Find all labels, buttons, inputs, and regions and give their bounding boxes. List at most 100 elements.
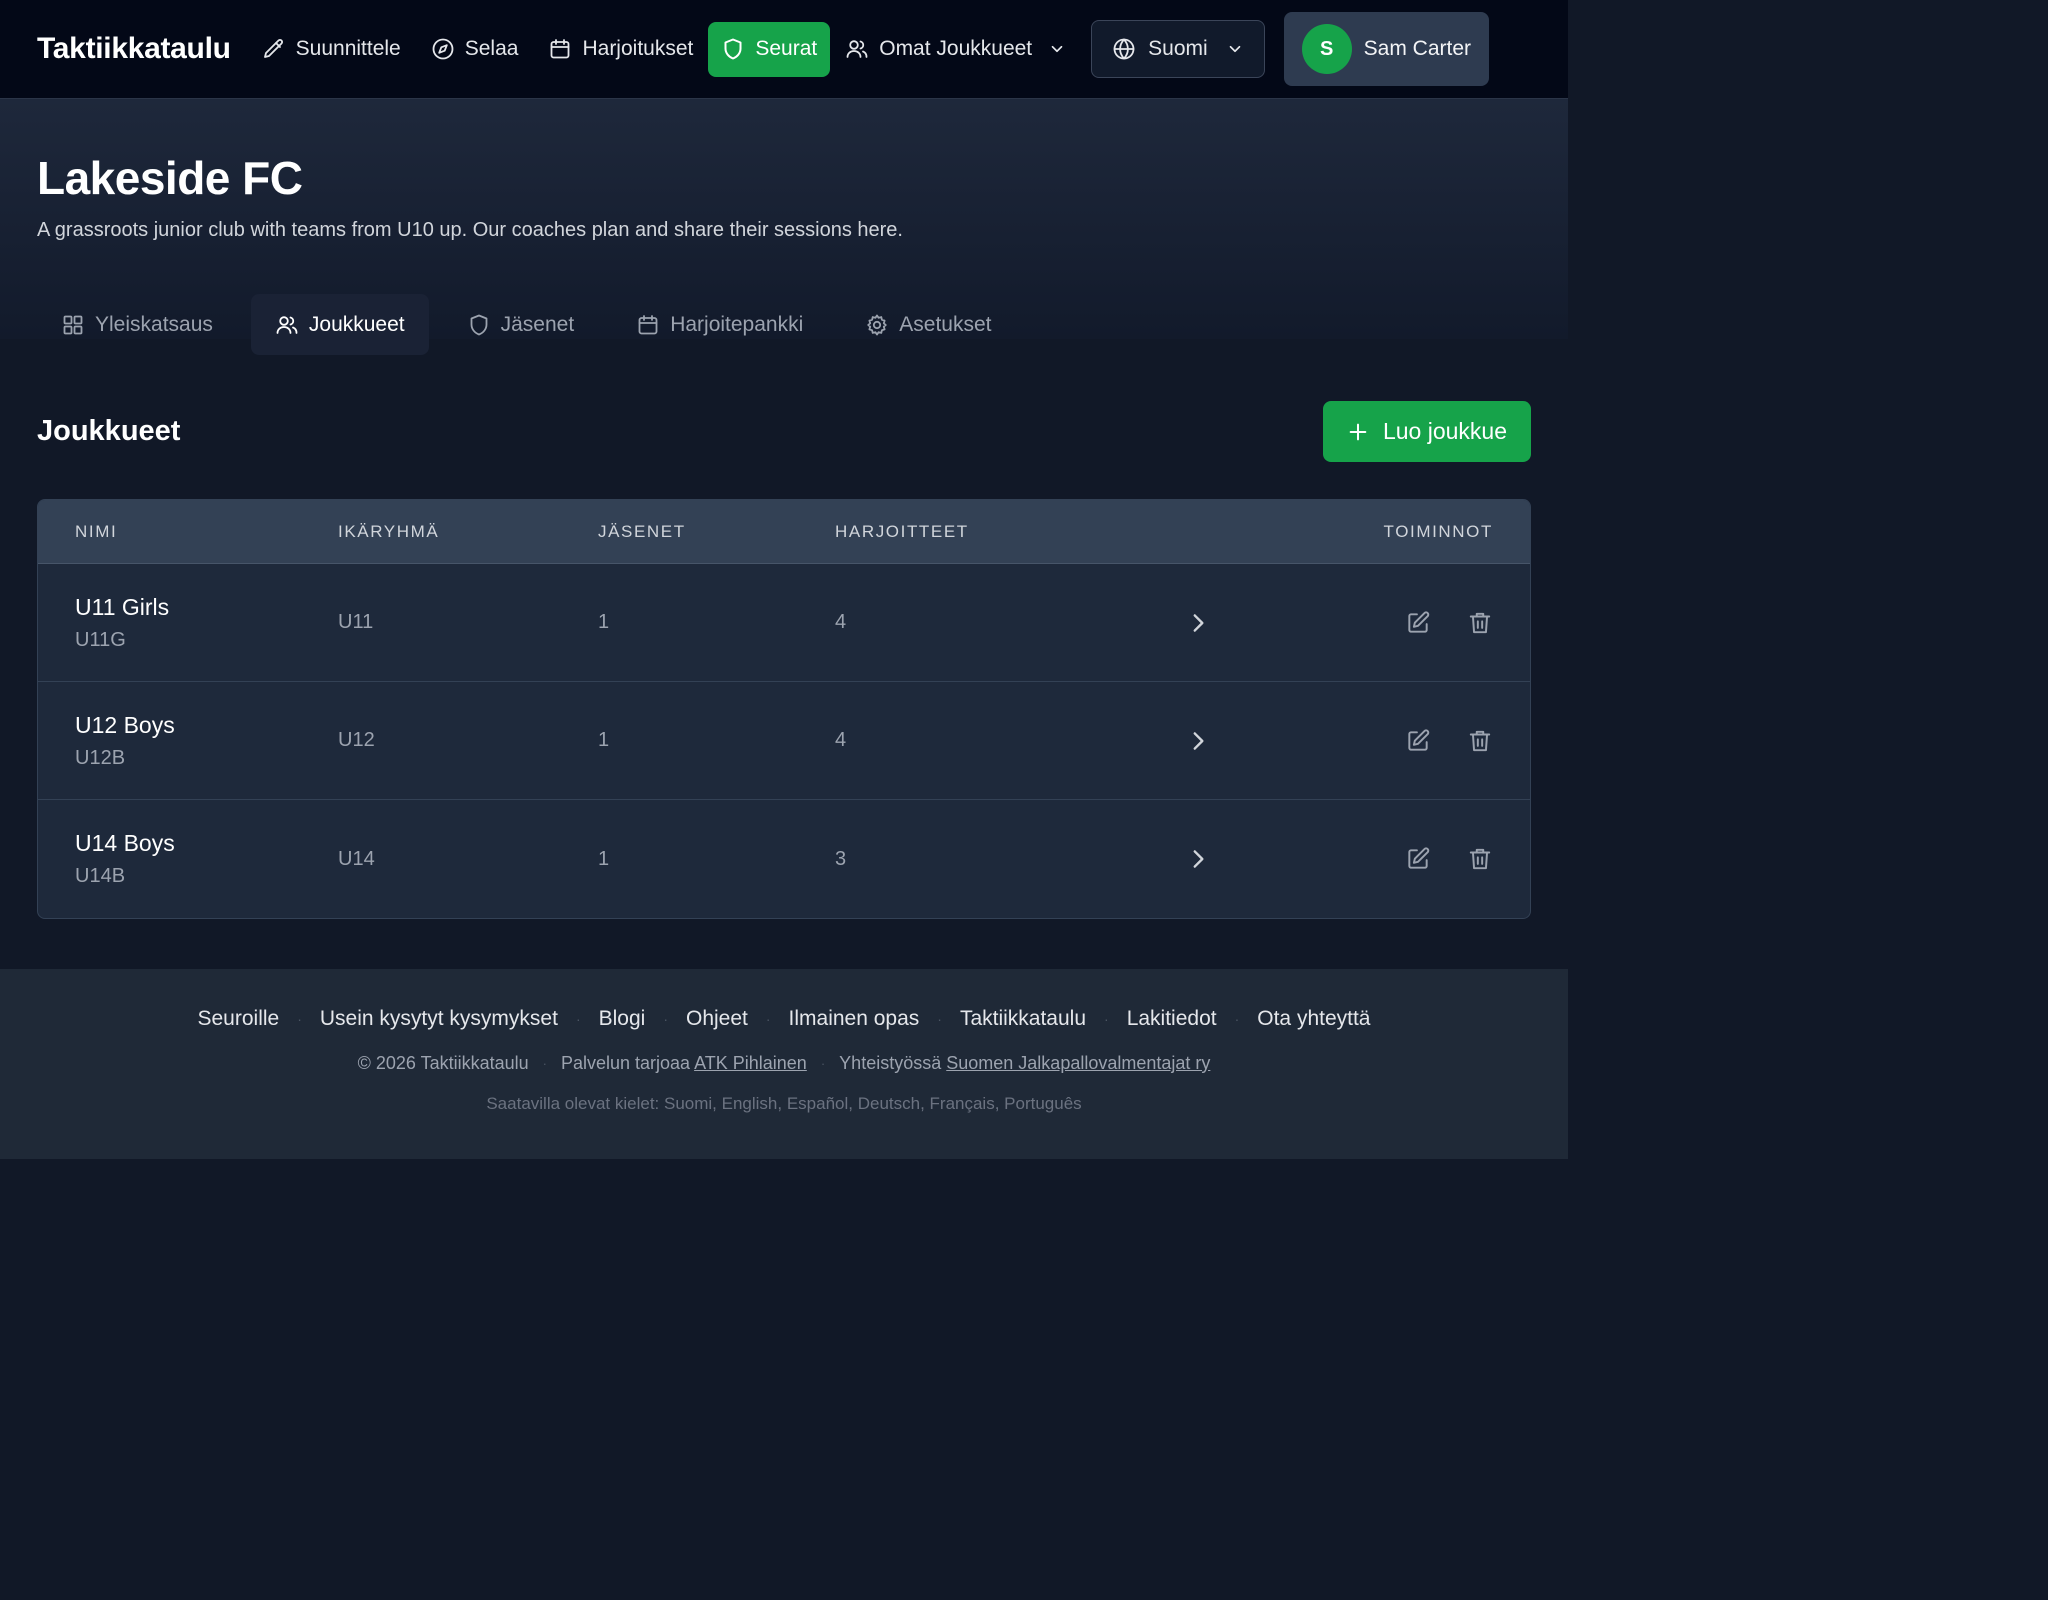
grid-icon [63,315,83,334]
column-header-name[interactable]: NIMI [38,522,338,542]
team-member-count: 1 [598,729,610,751]
teams-table: NIMI IKÄRYHMÄ JÄSENET HARJOITTEET TOIMIN… [37,499,1531,919]
edit-icon[interactable] [1405,728,1431,754]
trash-icon[interactable] [1467,728,1493,754]
shield-icon [724,38,742,60]
team-name[interactable]: U11 Girls [75,594,338,621]
compass-icon [432,38,454,60]
footer-link-free-guide[interactable]: Ilmainen opas [789,1007,920,1031]
column-header-actions: TOIMINNOT [1383,521,1493,541]
provider-link[interactable]: ATK Pihlainen [694,1053,807,1073]
provider-prefix: Palvelun tarjoaa [560,1053,691,1073]
brand-logo[interactable]: Taktiikkataulu [37,32,231,66]
team-name[interactable]: U14 Boys [75,830,338,857]
nav-item-harjoitukset[interactable]: Harjoitukset [533,22,708,77]
page-footer: Seuroille · Usein kysytyt kysymykset · B… [0,969,1568,1159]
chevron-right-icon[interactable] [1185,846,1211,872]
footer-link-help[interactable]: Ohjeet [686,1007,748,1031]
nav-item-label: Harjoitukset [582,37,694,60]
edit-icon[interactable] [1405,610,1431,636]
users-icon [276,315,298,334]
footer-link-legal[interactable]: Lakitiedot [1127,1007,1217,1031]
main-content: Joukkueet Luo joukkue NIMI IKÄRYHMÄ JÄSE… [0,401,1568,919]
nav-item-label: Suunnittele [295,37,401,60]
tab-label: Harjoitepankki [670,312,804,336]
user-name: Sam Carter [1363,37,1472,60]
separator-dot: · [820,1056,826,1071]
team-code: U12B [75,746,126,769]
nav-item-label: Selaa [464,37,519,60]
team-name[interactable]: U12 Boys [75,712,338,739]
section-title: Joukkueet [37,415,181,447]
separator-dot: · [297,1011,302,1027]
club-description: A grassroots junior club with teams from… [37,219,903,241]
pencil-icon [263,39,283,58]
partner-text: Yhteistyössä Suomen Jalkapallovalmentaja… [839,1053,1210,1074]
tab-jasenet[interactable]: Jäsenet [443,294,599,355]
page-title: Lakeside FC [37,152,303,204]
provider-text: Palvelun tarjoaa ATK Pihlainen [561,1053,807,1074]
separator-dot: · [663,1011,668,1027]
table-header: NIMI IKÄRYHMÄ JÄSENET HARJOITTEET TOIMIN… [38,500,1530,564]
user-menu-button[interactable]: S Sam Carter [1283,12,1490,86]
column-header-members[interactable]: JÄSENET [598,522,835,542]
nav-item-selaa[interactable]: Selaa [416,22,534,77]
top-navbar: Taktiikkataulu Suunnittele Selaa Harjoit… [0,0,1568,99]
table-row[interactable]: U14 Boys U14B U14 1 3 [38,800,1530,918]
tab-label: Asetukset [899,312,992,336]
nav-item-suunnittele[interactable]: Suunnittele [247,22,416,77]
available-languages: Saatavilla olevat kielet: Suomi, English… [486,1094,1082,1113]
team-exercise-count: 4 [835,729,847,751]
chevron-down-icon [1229,45,1240,53]
copyright-text: © 2026 Taktiikkataulu [357,1053,529,1073]
club-header: Lakeside FC A grassroots junior club wit… [0,99,1568,355]
trash-icon[interactable] [1467,610,1493,636]
separator-dot: · [765,1011,771,1027]
nav-item-omat-joukkueet[interactable]: Omat Joukkueet [830,22,1081,77]
footer-link-blog[interactable]: Blogi [599,1007,646,1031]
gear-icon [867,314,887,335]
footer-link-contact[interactable]: Ota yhteyttä [1257,1007,1370,1031]
globe-icon [1113,38,1135,60]
chevron-right-icon[interactable] [1185,728,1211,754]
chevron-down-icon [1051,45,1063,53]
footer-link-home[interactable]: Taktiikkataulu [960,1007,1086,1031]
tab-harjoitepankki[interactable]: Harjoitepankki [612,294,827,355]
footer-meta: © 2026 Taktiikkataulu · Palvelun tarjoaa… [358,1053,1211,1074]
tab-label: Joukkueet [308,312,405,336]
table-row[interactable]: U11 Girls U11G U11 1 4 [38,564,1530,682]
column-header-age-group[interactable]: IKÄRYHMÄ [338,522,598,542]
column-header-exercises[interactable]: HARJOITTEET [835,522,1175,542]
tab-label: Jäsenet [500,312,575,336]
separator-dot: · [937,1011,942,1027]
plus-icon [1349,423,1367,440]
calendar-icon [638,314,658,334]
team-age-group: U11 [338,611,374,633]
tab-joukkueet[interactable]: Joukkueet [250,294,429,355]
nav-item-label: Seurat [755,37,818,60]
separator-dot: · [1234,1011,1240,1027]
language-selector[interactable]: Suomi [1091,20,1265,78]
separator-dot: · [542,1056,547,1071]
tab-asetukset[interactable]: Asetukset [841,294,1015,355]
partner-link[interactable]: Suomen Jalkapallovalmentajat ry [946,1053,1210,1073]
calendar-icon [551,39,570,59]
team-exercise-count: 3 [835,847,847,870]
chevron-right-icon[interactable] [1185,610,1211,636]
section-header: Joukkueet Luo joukkue [37,401,1531,462]
team-age-group: U12 [338,729,375,751]
trash-icon[interactable] [1467,846,1493,872]
shield-icon [470,314,488,335]
footer-link-faq[interactable]: Usein kysytyt kysymykset [320,1007,558,1031]
edit-icon[interactable] [1405,846,1431,872]
create-team-button[interactable]: Luo joukkue [1322,401,1531,462]
tab-yleiskatsaus[interactable]: Yleiskatsaus [37,294,237,355]
team-age-group: U14 [338,847,375,870]
separator-dot: · [1104,1011,1109,1027]
nav-item-seurat[interactable]: Seurat [708,21,831,77]
table-row[interactable]: U12 Boys U12B U12 1 4 [38,682,1530,800]
create-team-label: Luo joukkue [1382,418,1507,444]
club-tabs: Yleiskatsaus Joukkueet Jäsenet Harjoitep… [37,294,1531,355]
avatar: S [1301,24,1352,74]
footer-link-seuroille[interactable]: Seuroille [198,1007,280,1031]
